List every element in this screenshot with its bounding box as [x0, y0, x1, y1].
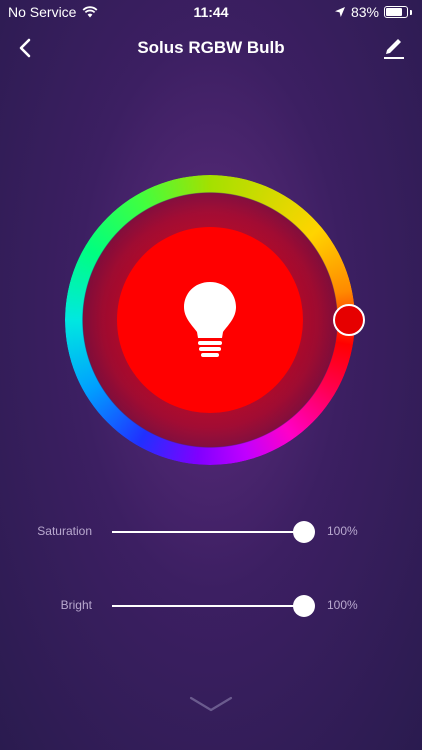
- hue-handle[interactable]: [333, 304, 365, 336]
- saturation-label: Saturation: [37, 524, 92, 538]
- brightness-slider-row: Bright 100%: [0, 591, 422, 621]
- battery-percent: 83%: [350, 4, 379, 20]
- chevron-down-icon[interactable]: [188, 694, 234, 714]
- page-title: Solus RGBW Bulb: [137, 38, 285, 57]
- location-arrow-icon: [334, 7, 345, 17]
- status-bar: No Service 11:44 83%: [0, 0, 422, 24]
- brightness-label: Bright: [60, 598, 92, 612]
- edit-button[interactable]: [380, 34, 408, 62]
- status-right: 83%: [334, 4, 412, 20]
- battery-cap: [410, 9, 412, 15]
- brightness-thumb[interactable]: [293, 595, 315, 617]
- saturation-thumb[interactable]: [293, 521, 315, 543]
- battery-fill: [386, 8, 402, 16]
- brightness-track[interactable]: [112, 605, 304, 607]
- saturation-value: 100%: [327, 524, 358, 538]
- battery-icon: [384, 6, 408, 18]
- nav-bar: Solus RGBW Bulb: [0, 28, 422, 68]
- lightbulb-icon: [184, 282, 236, 357]
- saturation-slider-row: Saturation 100%: [0, 517, 422, 547]
- brightness-value: 100%: [327, 598, 358, 612]
- saturation-track[interactable]: [112, 531, 304, 533]
- color-wheel: [0, 160, 422, 490]
- pencil-icon: [384, 39, 404, 59]
